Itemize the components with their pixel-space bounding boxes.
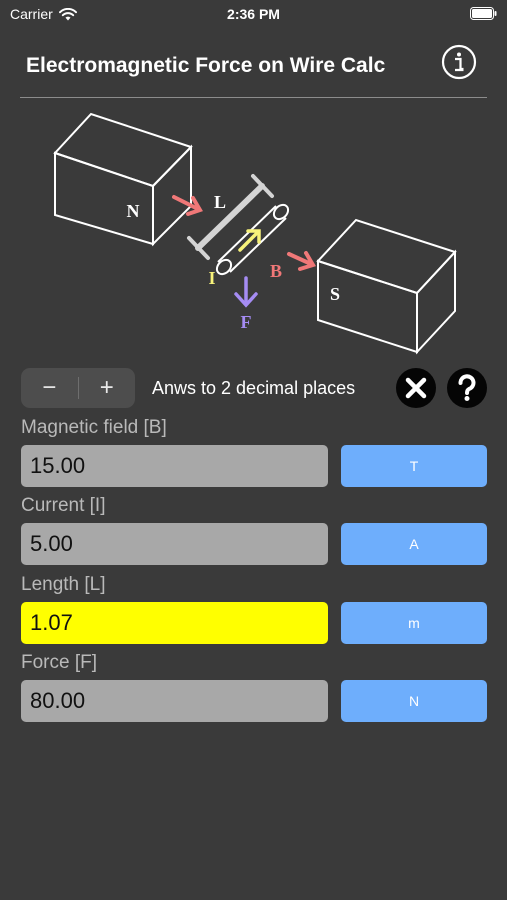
info-icon[interactable]	[441, 44, 477, 80]
field-label-length: Length [L]	[21, 574, 106, 595]
field-label-magnetic-field: Magnetic field [B]	[21, 417, 167, 438]
decimal-stepper[interactable]: − +	[21, 368, 135, 408]
force-label: F	[241, 312, 252, 332]
header-divider	[20, 97, 487, 98]
length-bar	[187, 174, 274, 260]
increment-button[interactable]: +	[79, 368, 136, 408]
help-button[interactable]	[447, 368, 487, 408]
status-bar: Carrier 2:36 PM	[0, 0, 507, 30]
magnetic-field-input[interactable]: 15.00	[21, 445, 328, 487]
close-icon	[405, 377, 427, 399]
field-label-force: Force [F]	[21, 652, 98, 673]
magnet-north-label: N	[127, 201, 140, 221]
current-label: I	[208, 268, 215, 288]
length-input[interactable]: 1.07	[21, 602, 328, 644]
magnetic-field-unit-button[interactable]: T	[341, 445, 487, 487]
question-icon	[458, 374, 476, 401]
force-unit-button[interactable]: N	[341, 680, 487, 722]
length-label: L	[214, 192, 226, 212]
north-magnet	[53, 112, 193, 247]
field-arrow-right	[287, 251, 316, 271]
current-input[interactable]: 5.00	[21, 523, 328, 565]
page-title: Electromagnetic Force on Wire Calc	[26, 54, 386, 77]
magnet-south-label: S	[330, 284, 340, 304]
field-label: B	[270, 261, 282, 281]
status-time: 2:36 PM	[227, 6, 280, 22]
clear-button[interactable]	[396, 368, 436, 408]
decrement-button[interactable]: −	[21, 368, 78, 408]
force-arrow	[234, 276, 258, 308]
length-unit-button[interactable]: m	[341, 602, 487, 644]
decimals-label: Anws to 2 decimal places	[152, 378, 356, 398]
force-diagram: N S L I B F	[53, 112, 457, 355]
current-unit-button[interactable]: A	[341, 523, 487, 565]
field-arrow-left	[172, 195, 203, 216]
field-label-current: Current [I]	[21, 495, 106, 516]
battery-icon	[470, 7, 497, 20]
force-input[interactable]: 80.00	[21, 680, 328, 722]
